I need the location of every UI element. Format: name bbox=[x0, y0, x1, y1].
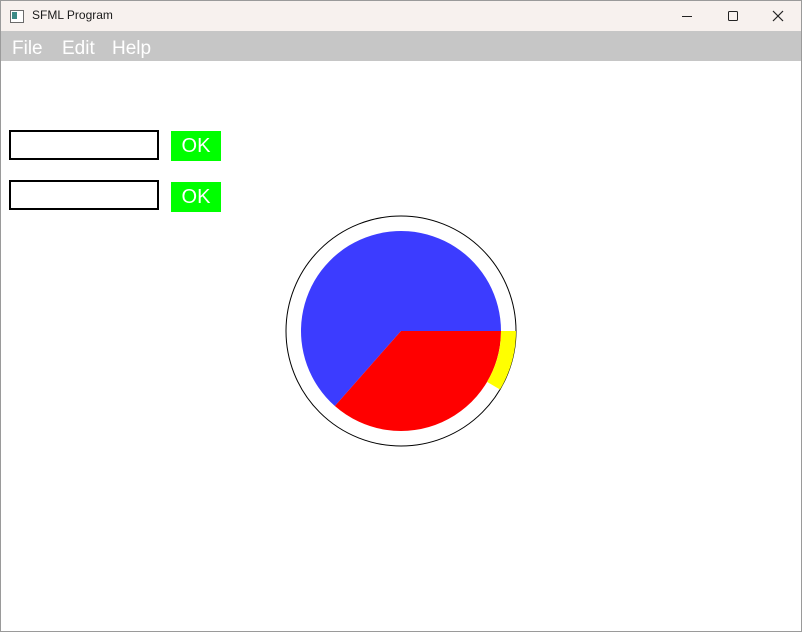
app-window: SFML Program File Edit Help OK OK bbox=[0, 0, 802, 632]
pie-chart bbox=[285, 215, 517, 447]
